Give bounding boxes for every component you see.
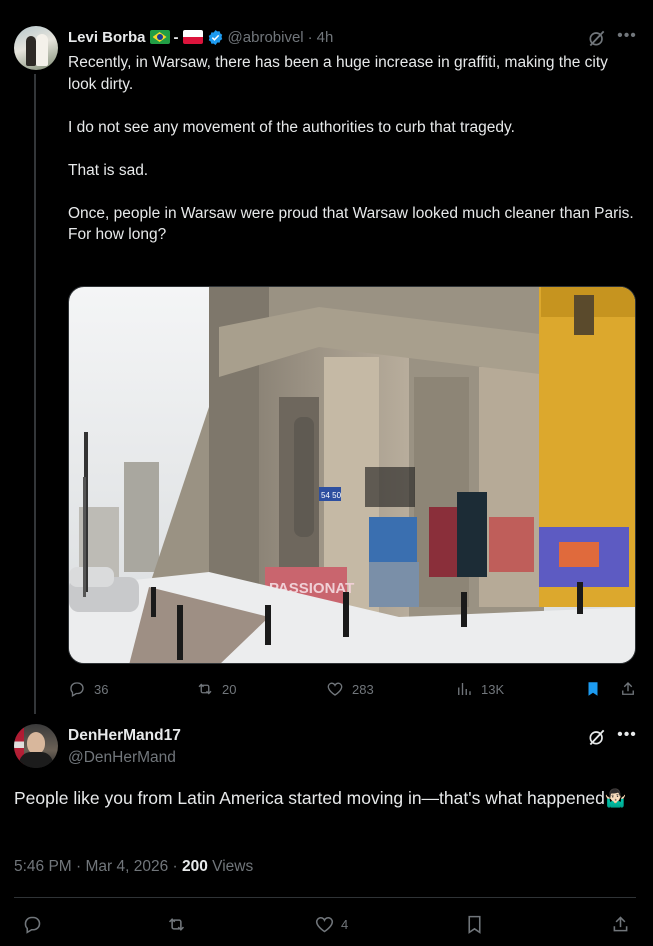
author-handle[interactable]: @abrobivel: [228, 29, 304, 46]
thread-connector-line: [34, 74, 36, 714]
tweet-actions-bar: 4: [0, 914, 653, 934]
bookmark-filled-icon: [588, 682, 598, 696]
bar-chart-icon: [458, 683, 471, 695]
avatar[interactable]: [14, 26, 58, 70]
views-label: Views: [207, 858, 254, 875]
like-button[interactable]: 4: [314, 914, 348, 935]
tweet-image[interactable]: PASSIONAT 54 50: [68, 286, 636, 664]
verified-badge-icon[interactable]: [207, 29, 224, 46]
timestamp[interactable]: 5:46 PM · Mar 4, 2026: [14, 858, 168, 875]
heart-icon: [327, 682, 343, 696]
divider: [14, 897, 636, 898]
tweet-text: Recently, in Warsaw, there has been a hu…: [68, 54, 634, 243]
share-icon: [613, 916, 628, 932]
repost-count: 20: [222, 681, 237, 697]
brazil-flag-icon: [149, 30, 170, 44]
reply-icon: [24, 916, 41, 934]
share-button[interactable]: [610, 914, 631, 935]
views-button[interactable]: 13K: [455, 680, 504, 698]
avatar[interactable]: [14, 724, 58, 768]
like-count: 4: [341, 917, 349, 932]
reply-button[interactable]: [22, 914, 43, 935]
bookmark-button[interactable]: [584, 680, 602, 698]
tweet-text: People like you from Latin America start…: [14, 788, 627, 808]
separator-dot: ·: [307, 28, 313, 46]
poland-flag-icon: [182, 30, 203, 44]
repost-button[interactable]: 20: [196, 680, 236, 698]
views-count: 200: [182, 858, 208, 875]
bookmark-icon: [468, 915, 481, 934]
name-separator: -: [173, 28, 179, 46]
author-name[interactable]: Levi Borba: [68, 29, 146, 46]
reply-button[interactable]: 36: [68, 680, 108, 698]
author-handle[interactable]: @DenHerMand: [68, 749, 176, 767]
bookmark-button[interactable]: [464, 914, 485, 935]
repost-button[interactable]: [166, 914, 187, 935]
timestamp[interactable]: 4h: [317, 29, 334, 46]
repost-icon: [198, 683, 212, 695]
heart-icon: [315, 916, 334, 933]
repost-icon: [168, 918, 185, 931]
grok-icon[interactable]: [587, 727, 607, 747]
tweet-actions-bar: 36 20 283 13K: [0, 680, 653, 700]
share-icon: [622, 682, 634, 695]
more-options-icon[interactable]: •••: [617, 28, 637, 49]
like-count: 283: [352, 681, 374, 697]
more-options-icon[interactable]: •••: [617, 727, 637, 748]
like-button[interactable]: 283: [326, 680, 374, 698]
reply-icon: [70, 682, 84, 697]
share-button[interactable]: [619, 680, 637, 698]
separator-dot: ·: [168, 858, 182, 875]
author-name[interactable]: DenHerMand17: [68, 727, 181, 745]
views-count: 13K: [481, 681, 505, 697]
grok-icon[interactable]: [587, 28, 607, 48]
tweet-header: Levi Borba - @abrobivel · 4h: [68, 27, 333, 47]
warsaw-building-graffiti-photo: PASSIONAT 54 50: [69, 287, 635, 663]
reply-count: 36: [94, 681, 109, 697]
sign-text: 54 50: [321, 491, 342, 500]
tweet-metadata: 5:46 PM · Mar 4, 2026 · 200 Views: [14, 858, 253, 876]
